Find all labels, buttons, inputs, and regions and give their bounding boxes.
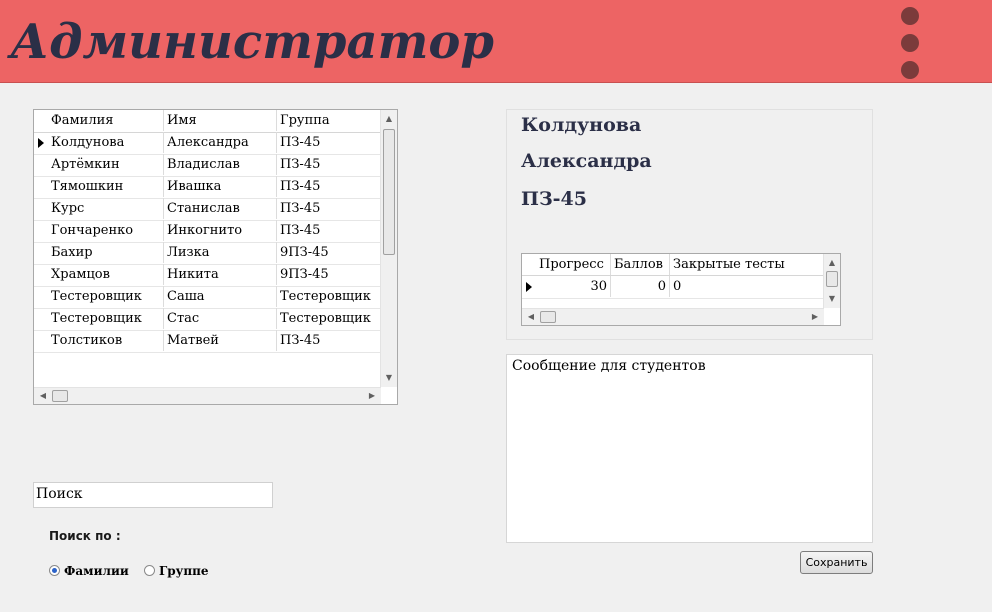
cell-lastname[interactable]: Гончаренко	[48, 220, 164, 241]
table-row[interactable]: Гончаренко Инкогнито ПЗ-45	[34, 220, 381, 243]
scroll-right-icon[interactable]: ▶	[807, 309, 823, 325]
cell-lastname[interactable]: Курс	[48, 198, 164, 219]
students-grid[interactable]: Фамилия Имя Группа Колдунова Александра ПЗ…	[33, 109, 398, 405]
radio-group-label: Группе	[159, 564, 209, 578]
scroll-left-icon[interactable]: ◀	[35, 388, 51, 404]
table-row[interactable]: Колдунова Александра ПЗ-45	[34, 132, 381, 155]
cell-group[interactable]: ПЗ-45	[277, 220, 381, 241]
header-bar: Администратор	[0, 0, 992, 83]
students-horizontal-scrollbar[interactable]: ◀ ▶	[34, 387, 381, 404]
message-textarea[interactable]: Сообщение для студентов	[506, 354, 873, 543]
table-row[interactable]: Храмцов Никита 9ПЗ-45	[34, 264, 381, 287]
table-row[interactable]: Тестеровщик Саша Тестеровщик	[34, 286, 381, 309]
scroll-thumb[interactable]	[383, 129, 395, 255]
radio-lastname[interactable]: Фамилии	[49, 564, 129, 578]
menu-dots-icon[interactable]	[899, 6, 921, 82]
scroll-thumb[interactable]	[52, 390, 68, 402]
search-by-label: Поиск по :	[49, 529, 121, 543]
detail-group: ПЗ-45	[521, 188, 587, 210]
radio-checked-icon[interactable]	[49, 565, 60, 576]
scroll-right-icon[interactable]: ▶	[364, 388, 380, 404]
scroll-down-icon[interactable]: ▼	[824, 291, 840, 307]
detail-firstname: Александра	[521, 150, 652, 172]
student-detail-panel: Колдунова Александра ПЗ-45 Прогресс Балл…	[506, 109, 873, 340]
row-pointer-icon	[38, 138, 44, 148]
cell-lastname[interactable]: Артёмкин	[48, 154, 164, 175]
column-header-firstname[interactable]: Имя	[164, 110, 277, 131]
cell-group[interactable]: 9ПЗ-45	[277, 242, 381, 263]
column-header-group[interactable]: Группа	[277, 110, 381, 131]
cell-firstname[interactable]: Инкогнито	[164, 220, 277, 241]
cell-lastname[interactable]: Толстиков	[48, 330, 164, 351]
cell-group[interactable]: Тестеровщик	[277, 308, 381, 329]
row-pointer-icon	[526, 282, 532, 292]
cell-firstname[interactable]: Матвей	[164, 330, 277, 351]
radio-lastname-label: Фамилии	[64, 564, 129, 578]
table-row[interactable]: Бахир Лизка 9ПЗ-45	[34, 242, 381, 265]
table-row[interactable]: Курс Станислав ПЗ-45	[34, 198, 381, 221]
progress-horizontal-scrollbar[interactable]: ◀ ▶	[522, 308, 824, 325]
detail-lastname: Колдунова	[521, 114, 642, 136]
scroll-up-icon[interactable]: ▲	[824, 255, 840, 271]
radio-group[interactable]: Группе	[144, 564, 209, 578]
table-row[interactable]: Тестеровщик Стас Тестеровщик	[34, 308, 381, 331]
cell-group[interactable]: Тестеровщик	[277, 286, 381, 307]
cell-group[interactable]: ПЗ-45	[277, 154, 381, 175]
cell-firstname[interactable]: Александра	[164, 132, 277, 153]
column-header-score[interactable]: Баллов	[611, 254, 670, 275]
table-row[interactable]: Тямошкин Ивашка ПЗ-45	[34, 176, 381, 199]
closed-tests-value[interactable]: 0	[670, 276, 824, 297]
table-row[interactable]: Артёмкин Владислав ПЗ-45	[34, 154, 381, 177]
scroll-up-icon[interactable]: ▲	[381, 111, 397, 127]
scroll-left-icon[interactable]: ◀	[523, 309, 539, 325]
cell-firstname[interactable]: Владислав	[164, 154, 277, 175]
cell-firstname[interactable]: Лизка	[164, 242, 277, 263]
cell-lastname[interactable]: Бахир	[48, 242, 164, 263]
page-title: Администратор	[10, 14, 494, 70]
search-input[interactable]: Поиск	[33, 482, 273, 508]
cell-firstname[interactable]: Ивашка	[164, 176, 277, 197]
cell-group[interactable]: ПЗ-45	[277, 330, 381, 351]
column-header-lastname[interactable]: Фамилия	[48, 110, 164, 131]
cell-firstname[interactable]: Стас	[164, 308, 277, 329]
radio-unchecked-icon[interactable]	[144, 565, 155, 576]
cell-group[interactable]: 9ПЗ-45	[277, 264, 381, 285]
save-button[interactable]: Сохранить	[800, 551, 873, 574]
progress-vertical-scrollbar[interactable]: ▲ ▼	[823, 254, 840, 308]
table-row[interactable]: Толстиков Матвей ПЗ-45	[34, 330, 381, 353]
scroll-thumb[interactable]	[540, 311, 556, 323]
column-header-closed-tests[interactable]: Закрытые тесты	[670, 254, 824, 275]
cell-firstname[interactable]: Саша	[164, 286, 277, 307]
progress-grid[interactable]: Прогресс Баллов Закрытые тесты 30 0 0 ▲ …	[521, 253, 841, 326]
cell-lastname[interactable]: Колдунова	[48, 132, 164, 153]
cell-firstname[interactable]: Станислав	[164, 198, 277, 219]
progress-row[interactable]: 30 0 0	[522, 276, 824, 299]
cell-group[interactable]: ПЗ-45	[277, 132, 381, 153]
cell-lastname[interactable]: Тямошкин	[48, 176, 164, 197]
cell-lastname[interactable]: Тестеровщик	[48, 308, 164, 329]
scroll-thumb[interactable]	[826, 271, 838, 287]
students-vertical-scrollbar[interactable]: ▲ ▼	[380, 110, 397, 387]
column-header-progress[interactable]: Прогресс	[536, 254, 611, 275]
progress-grid-header: Прогресс Баллов Закрытые тесты	[522, 254, 824, 276]
cell-lastname[interactable]: Тестеровщик	[48, 286, 164, 307]
students-grid-header: Фамилия Имя Группа	[34, 110, 381, 133]
cell-group[interactable]: ПЗ-45	[277, 198, 381, 219]
scroll-down-icon[interactable]: ▼	[381, 370, 397, 386]
progress-value[interactable]: 30	[536, 276, 611, 297]
cell-lastname[interactable]: Храмцов	[48, 264, 164, 285]
cell-group[interactable]: ПЗ-45	[277, 176, 381, 197]
cell-firstname[interactable]: Никита	[164, 264, 277, 285]
score-value[interactable]: 0	[611, 276, 670, 297]
